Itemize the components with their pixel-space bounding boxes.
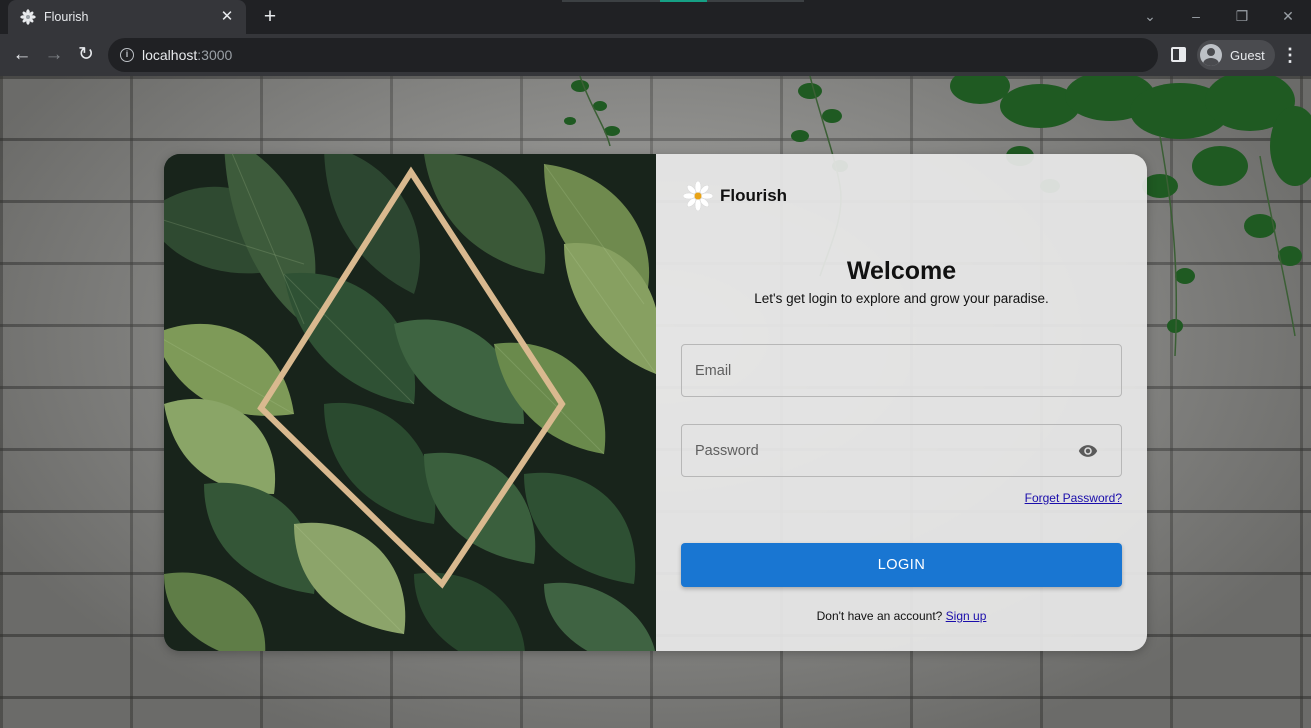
page-viewport: Flourish Welcome Let's get login to expl… (0, 76, 1311, 728)
flower-favicon-icon (20, 9, 36, 25)
minimize-icon[interactable]: – (1176, 4, 1216, 28)
profile-button[interactable]: Guest (1197, 40, 1275, 70)
brand-name: Flourish (720, 186, 788, 205)
new-tab-plus-icon[interactable]: + (258, 6, 282, 28)
signup-line: Don't have an account? Sign up (656, 609, 1147, 623)
password-field (681, 424, 1122, 477)
email-field (681, 344, 1122, 397)
signup-prompt: Don't have an account? (816, 609, 943, 623)
leaves-hero-image (164, 154, 656, 651)
forgot-password-link[interactable]: Forget Password? (1025, 491, 1122, 505)
brand: Flourish (683, 181, 787, 211)
close-window-icon[interactable]: ✕ (1268, 4, 1308, 28)
reload-icon[interactable]: ↻ (72, 41, 100, 69)
browser-tab-strip: Flourish ✕ + ⌄ – ❐ ✕ (0, 0, 1311, 34)
close-tab-icon[interactable]: ✕ (218, 8, 236, 26)
address-bar[interactable]: i localhost:3000 (108, 38, 1158, 72)
profile-name: Guest (1230, 47, 1265, 63)
signup-link[interactable]: Sign up (946, 609, 987, 623)
login-card: Flourish Welcome Let's get login to expl… (164, 154, 1147, 651)
password-input[interactable] (682, 425, 1121, 476)
tab-search-chevron-icon[interactable]: ⌄ (1130, 4, 1170, 28)
browser-menu-kebab-icon[interactable]: ⋮ (1280, 41, 1300, 69)
email-input[interactable] (682, 345, 1121, 396)
forward-arrow-icon[interactable]: → (40, 41, 68, 69)
leaves-illustration (164, 154, 656, 651)
show-password-eye-icon[interactable] (1077, 441, 1099, 461)
url-port: :3000 (197, 47, 233, 63)
welcome-heading: Welcome (846, 257, 957, 285)
restore-icon[interactable]: ❐ (1222, 4, 1262, 28)
welcome-subtitle: Let's get login to explore and grow your… (754, 291, 1049, 306)
back-arrow-icon[interactable]: ← (8, 41, 36, 69)
tab-strip-highlight (660, 0, 707, 2)
url-host: localhost (142, 47, 198, 63)
daisy-logo-icon (683, 181, 713, 211)
login-button[interactable]: LOGIN (681, 543, 1122, 587)
login-form-panel: Flourish Welcome Let's get login to expl… (656, 154, 1147, 651)
browser-toolbar: ← → ↻ i localhost:3000 Guest ⋮ (0, 34, 1311, 76)
tab-title: Flourish (44, 10, 89, 24)
site-info-icon[interactable]: i (120, 48, 134, 62)
browser-tab[interactable]: Flourish ✕ (8, 0, 246, 34)
side-panel-icon[interactable] (1171, 47, 1186, 62)
profile-avatar-icon (1200, 44, 1222, 66)
